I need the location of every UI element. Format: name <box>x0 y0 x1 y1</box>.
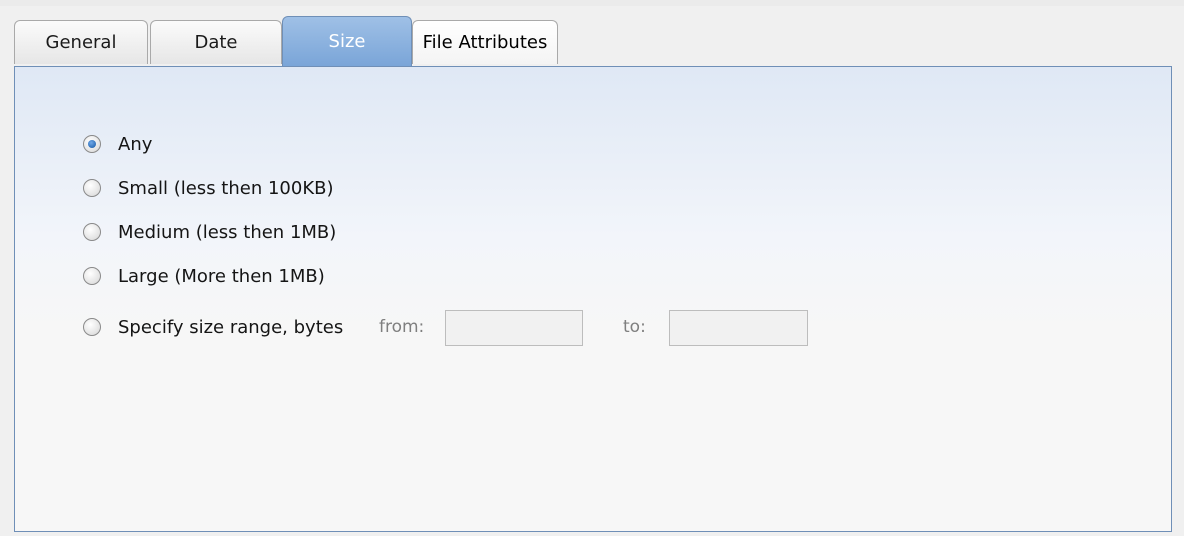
radio-large[interactable]: Large (More then 1MB) <box>83 261 325 291</box>
range-from-input[interactable] <box>445 310 583 346</box>
tab-general[interactable]: General <box>14 20 148 64</box>
radio-small-button[interactable] <box>83 179 101 197</box>
radio-any-label: Any <box>118 133 153 155</box>
radio-specify-range-button[interactable] <box>83 318 101 336</box>
tab-date[interactable]: Date <box>150 20 282 64</box>
radio-specify-range[interactable]: Specify size range, bytes <box>83 312 343 342</box>
range-from-label: from: <box>379 317 425 337</box>
tab-bar: General Date Size File Attributes <box>0 0 1184 66</box>
radio-specify-range-label: Specify size range, bytes <box>118 316 344 338</box>
range-to-input[interactable] <box>669 310 808 346</box>
radio-small[interactable]: Small (less then 100KB) <box>83 173 334 203</box>
tab-date-label: Date <box>194 32 238 53</box>
radio-medium[interactable]: Medium (less then 1MB) <box>83 217 336 247</box>
tab-file-attributes-label: File Attributes <box>422 32 548 53</box>
range-to-label: to: <box>623 317 646 337</box>
radio-medium-label: Medium (less then 1MB) <box>118 221 337 243</box>
radio-large-button[interactable] <box>83 267 101 285</box>
tab-file-attributes[interactable]: File Attributes <box>412 20 558 64</box>
radio-small-label: Small (less then 100KB) <box>118 177 334 199</box>
radio-any[interactable]: Any <box>83 129 152 159</box>
radio-large-label: Large (More then 1MB) <box>118 265 325 287</box>
size-filter-dialog: General Date Size File Attributes Any Sm… <box>0 0 1184 536</box>
size-tab-panel: Any Small (less then 100KB) Medium (less… <box>14 66 1172 532</box>
tab-size[interactable]: Size <box>282 16 412 66</box>
radio-any-button[interactable] <box>83 135 101 153</box>
tab-size-label: Size <box>328 31 366 52</box>
tab-general-label: General <box>45 32 117 53</box>
radio-medium-button[interactable] <box>83 223 101 241</box>
